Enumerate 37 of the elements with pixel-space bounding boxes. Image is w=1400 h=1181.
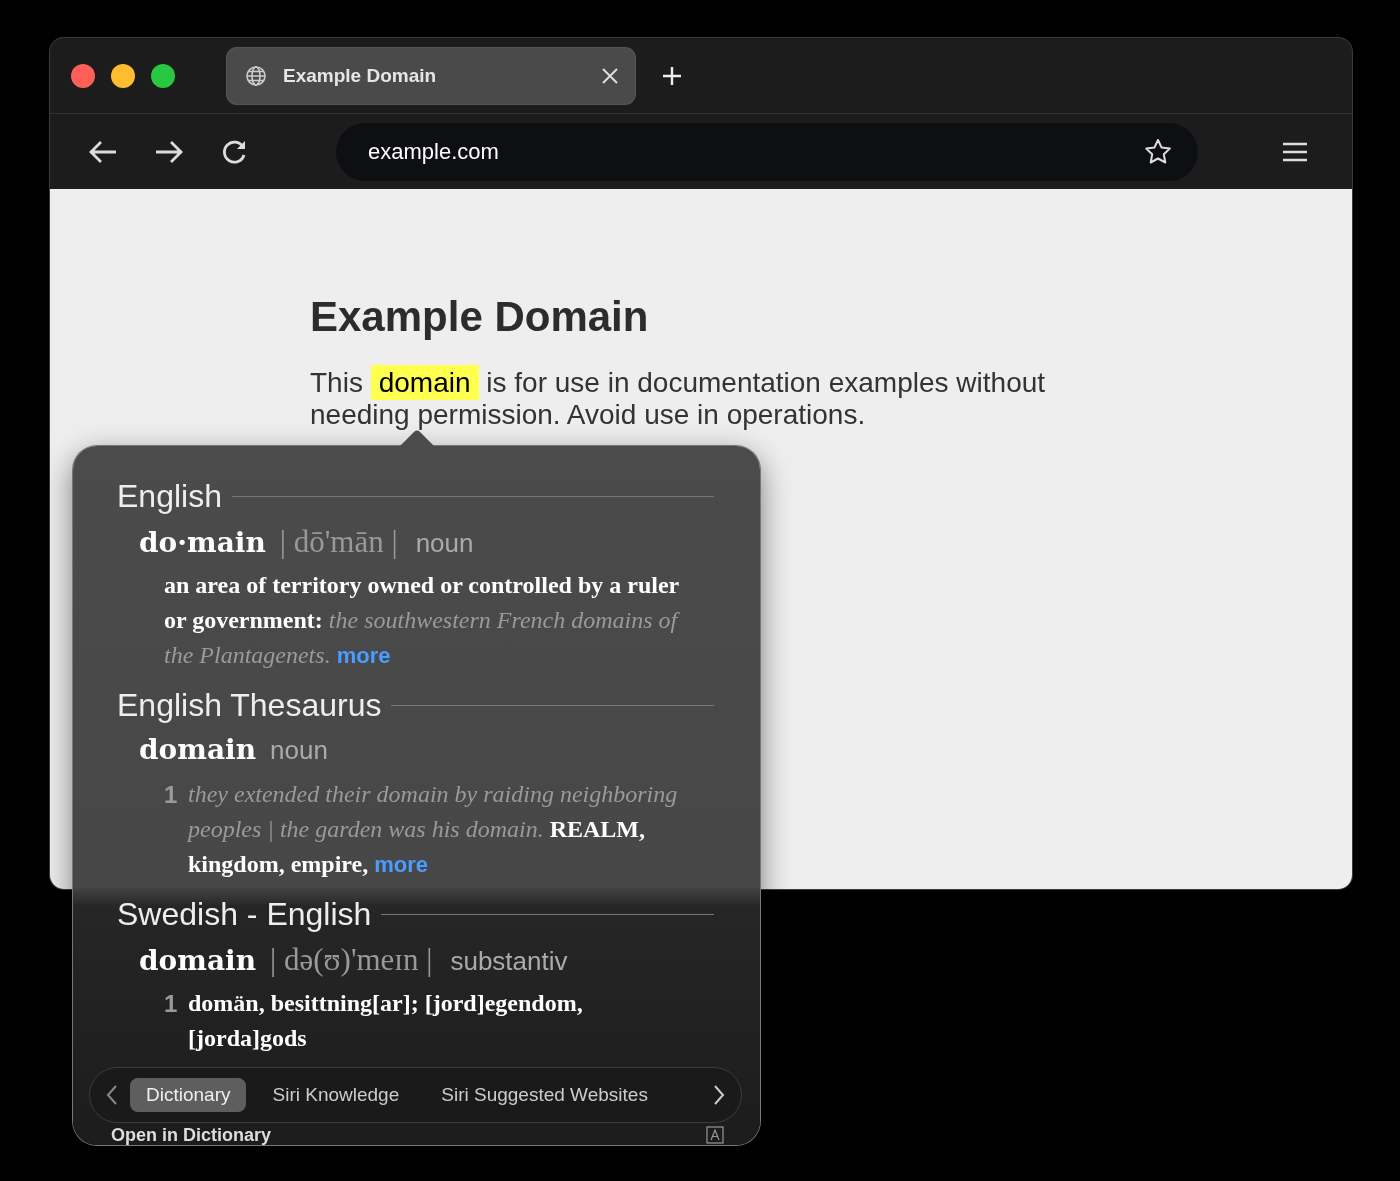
- close-window-button[interactable]: [71, 63, 95, 88]
- menu-icon[interactable]: [1282, 141, 1308, 162]
- zoom-window-button[interactable]: [151, 63, 175, 88]
- part-of-speech: substantiv: [450, 946, 568, 977]
- chevron-right-icon[interactable]: [713, 1084, 725, 1106]
- page-heading: Example Domain: [310, 293, 650, 341]
- open-in-dictionary-link[interactable]: Open in Dictionary: [111, 1124, 272, 1146]
- part-of-speech: noun: [415, 528, 474, 559]
- headword: domain: [139, 733, 257, 766]
- headword: domain: [139, 944, 257, 977]
- star-icon[interactable]: [1144, 137, 1172, 166]
- forward-icon[interactable]: [154, 138, 184, 165]
- close-icon[interactable]: [601, 66, 619, 85]
- definition-text: domän, besittning[ar]; [jord]egendom, [jorda]gods: [188, 989, 584, 1053]
- pronunciation: | də(ʊ)'meɪn |: [270, 942, 433, 978]
- source-tab[interactable]: Dictionary: [130, 1078, 247, 1112]
- paragraph-text: This domain is for use in documentation examples without needing permission. Avoid use in operations.: [310, 367, 1047, 431]
- dictionary-icon[interactable]: [706, 1126, 724, 1144]
- address-bar[interactable]: example.com: [336, 122, 1198, 181]
- new-tab-icon[interactable]: [661, 64, 683, 87]
- pronunciation: | dō'mān |: [279, 524, 398, 560]
- sense-number: 1: [164, 780, 179, 810]
- section-title: English Thesaurus: [117, 686, 382, 724]
- definition-text: an area of territory owned or controlled by a ruler or government: the southwestern French domains of the Plantagenets. more: [164, 571, 681, 670]
- source-tab[interactable]: Siri Suggested Websites: [425, 1078, 664, 1112]
- back-icon[interactable]: [88, 138, 118, 165]
- source-tab[interactable]: Siri Knowledge: [256, 1078, 416, 1112]
- part-of-speech: noun: [270, 735, 328, 766]
- section-title: Swedish - English: [117, 895, 372, 933]
- browser-tab[interactable]: Example Domain: [227, 47, 635, 104]
- headword: do·main: [139, 526, 266, 559]
- globe-icon: [245, 64, 267, 87]
- minimize-window-button[interactable]: [111, 63, 135, 88]
- sense-number: 1: [164, 989, 179, 1019]
- chevron-left-icon[interactable]: [106, 1084, 118, 1106]
- definition-text: they extended their domain by raiding neighboring peoples | the garden was his domain. REALM, kingdom, empire, more: [188, 780, 679, 879]
- section-title: English: [117, 477, 222, 515]
